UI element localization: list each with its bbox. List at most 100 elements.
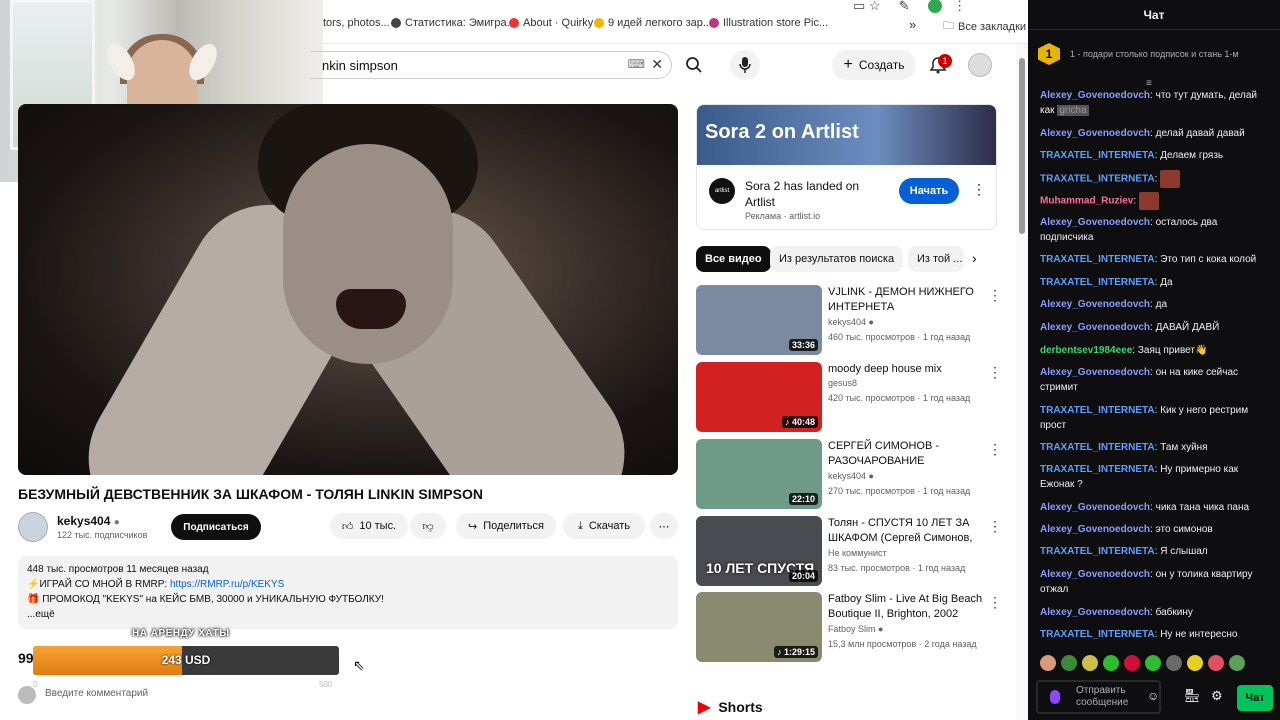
video-title[interactable]: СЕРГЕЙ СИМОНОВ - РАЗОЧАРОВАНИЕ НИЖНЕГО..…	[828, 439, 983, 469]
chat-username[interactable]: TRAXATEL_INTERNETA	[1040, 442, 1155, 453]
channel-name[interactable]: kekys404 ●	[57, 514, 120, 528]
channel-avatar[interactable]	[18, 512, 48, 542]
bookmark-item[interactable]: Статистика: Эмигра...	[391, 17, 516, 29]
channel-name[interactable]: gesus8	[828, 378, 857, 388]
store-icon[interactable]: 🏪︎	[1184, 688, 1201, 704]
chat-username[interactable]: TRAXATEL_INTERNETA	[1040, 174, 1155, 185]
kebab-icon[interactable]: ⋮	[988, 518, 1002, 535]
chat-username[interactable]: derbentsev1984eee	[1040, 345, 1132, 356]
subscribe-button[interactable]: Подписаться	[171, 514, 261, 540]
ad-cta-button[interactable]: Начать	[899, 178, 959, 204]
account-avatar[interactable]	[968, 53, 992, 77]
download-button[interactable]: ⤓ Скачать	[563, 513, 645, 539]
search-button[interactable]	[676, 51, 712, 79]
share-button[interactable]: ↪ Поделиться	[456, 513, 556, 539]
video-thumbnail[interactable]: 33:36	[696, 285, 822, 355]
chat-username[interactable]: Alexey_Govenoedovch	[1040, 217, 1150, 228]
emote-icon[interactable]	[1040, 655, 1056, 671]
emote-icon[interactable]	[1187, 655, 1203, 671]
gift-leaderboard[interactable]: 11 - подари столько подписок и стань 1-м	[1038, 38, 1270, 70]
chat-username[interactable]: Alexey_Govenoedovch	[1040, 502, 1150, 513]
chat-username[interactable]: Alexey_Govenoedovch	[1040, 524, 1150, 535]
emote-icon[interactable]	[1103, 655, 1119, 671]
chat-username[interactable]: TRAXATEL_INTERNETA	[1040, 629, 1155, 640]
chat-username[interactable]: Muhammad_Ruziev	[1040, 196, 1133, 207]
chat-username[interactable]: Alexey_Govenoedovch	[1040, 128, 1150, 139]
search-input[interactable]: nkin simpson ⌨ ✕	[310, 51, 672, 79]
emote-icon[interactable]	[1124, 655, 1140, 671]
page-scrollbar[interactable]	[1016, 44, 1028, 720]
bookmark-item[interactable]: About · Quirky	[509, 17, 593, 29]
chat-username[interactable]: Alexey_Govenoedovch	[1040, 90, 1150, 101]
comment-input[interactable]: Введите комментарий	[45, 688, 148, 699]
emote-icon[interactable]	[1082, 655, 1098, 671]
channel-name[interactable]: kekys404 ●	[828, 471, 874, 481]
chevron-right-icon[interactable]: ›	[972, 250, 977, 266]
chat-username[interactable]: TRAXATEL_INTERNETA	[1040, 405, 1155, 416]
video-title[interactable]: VJLINK - ДЕМОН НИЖНЕГО ИНТЕРНЕТА	[828, 285, 983, 315]
rmrp-link[interactable]: https://RMRP.ru/p/KEKYS	[170, 579, 284, 590]
recommended-video[interactable]: 22:10 СЕРГЕЙ СИМОНОВ - РАЗОЧАРОВАНИЕ НИЖН…	[696, 439, 1002, 509]
kebab-icon[interactable]: ⋮	[972, 181, 986, 198]
ad-banner[interactable]: Sora 2 on Artlist	[697, 105, 996, 165]
channel-name[interactable]: Не коммунист	[828, 548, 887, 558]
kebab-icon[interactable]: ⋮	[988, 287, 1002, 304]
video-thumbnail[interactable]: ♪ 1:29:15	[696, 592, 822, 662]
show-more-link[interactable]: ...ещё	[27, 607, 669, 622]
chip-same-channel[interactable]: Из той ...	[908, 246, 964, 272]
recommended-video[interactable]: 10 ЛЕТ СПУСТЯ 20:04 Толян - СПУСТЯ 10 ЛЕТ …	[696, 516, 1002, 586]
recommended-video[interactable]: ♪ 40:48 moody deep house mix gesus8 420 тыс…	[696, 362, 1002, 432]
channel-name[interactable]: Fatboy Slim ●	[828, 624, 883, 634]
notifications-button[interactable]: 1	[926, 50, 952, 80]
chat-username[interactable]: Alexey_Govenoedovch	[1040, 299, 1150, 310]
video-title[interactable]: Fatboy Slim - Live At Big Beach Boutique…	[828, 592, 983, 622]
video-thumbnail[interactable]: 22:10	[696, 439, 822, 509]
all-bookmarks[interactable]: 🗀 Все закладки	[943, 17, 1026, 36]
chip-from-search[interactable]: Из результатов поиска	[770, 246, 904, 272]
chat-username[interactable]: TRAXATEL_INTERNETA	[1040, 277, 1155, 288]
kebab-icon[interactable]: ⋮	[988, 594, 1002, 611]
chat-username[interactable]: TRAXATEL_INTERNETA	[1040, 254, 1155, 265]
ad-title[interactable]: Sora 2 has landed on Artlist	[745, 178, 875, 210]
chat-username[interactable]: TRAXATEL_INTERNETA	[1040, 546, 1155, 557]
bookmark-item[interactable]: 9 идей легкого зар...	[594, 17, 712, 29]
keyboard-icon[interactable]: ⌨	[628, 57, 645, 71]
ad-card[interactable]: Sora 2 on Artlist artlist Sora 2 has lan…	[696, 104, 997, 230]
chat-username[interactable]: TRAXATEL_INTERNETA	[1040, 464, 1155, 475]
video-title[interactable]: moody deep house mix	[828, 362, 983, 377]
emote-icon[interactable]	[1145, 655, 1161, 671]
chip-all-videos[interactable]: Все видео	[696, 246, 771, 272]
video-description[interactable]: 448 тыс. просмотров 11 месяцев назад ⚡ИГ…	[18, 556, 678, 629]
video-player[interactable]	[18, 104, 678, 475]
emote-icon[interactable]	[1061, 655, 1077, 671]
voice-search-button[interactable]	[730, 50, 760, 80]
channel-name[interactable]: kekys404 ●	[828, 317, 874, 327]
chat-username[interactable]: Alexey_Govenoedovch	[1040, 322, 1150, 333]
recommended-video[interactable]: ♪ 1:29:15 Fatboy Slim - Live At Big Beach…	[696, 592, 1002, 662]
emote-picker-icon[interactable]: ☺	[1147, 689, 1159, 703]
mic-icon[interactable]	[1050, 690, 1060, 704]
chat-input[interactable]: Отправить сообщение	[1036, 680, 1161, 714]
create-button[interactable]: + Создать	[832, 50, 916, 80]
video-thumbnail[interactable]: ♪ 40:48	[696, 362, 822, 432]
clear-icon[interactable]: ✕	[651, 56, 663, 73]
chat-username[interactable]: TRAXATEL_INTERNETA	[1040, 150, 1155, 161]
emote-icon[interactable]	[1208, 655, 1224, 671]
chat-username[interactable]: Alexey_Govenoedovch	[1040, 607, 1150, 618]
like-button[interactable]: 👍︎ 10 тыс.	[330, 513, 408, 539]
chat-username[interactable]: Alexey_Govenoedovch	[1040, 569, 1150, 580]
bookmarks-more-chevron[interactable]: »	[909, 17, 916, 32]
emote-icon[interactable]	[1229, 655, 1245, 671]
video-title[interactable]: Толян - СПУСТЯ 10 ЛЕТ ЗА ШКАФОМ (Сергей …	[828, 516, 983, 546]
bookmark-item[interactable]: Illustration store Pic...	[709, 17, 828, 29]
more-actions-button[interactable]: ⋯	[650, 513, 678, 539]
gear-icon[interactable]: ⚙	[1211, 688, 1223, 704]
video-thumbnail[interactable]: 10 ЛЕТ СПУСТЯ 20:04	[696, 516, 822, 586]
recommended-video[interactable]: 33:36 VJLINK - ДЕМОН НИЖНЕГО ИНТЕРНЕТА kek…	[696, 285, 1002, 355]
dislike-button[interactable]: 👎︎	[410, 513, 446, 539]
bookmark-item[interactable]: tors, photos...	[323, 17, 390, 29]
emote-icon[interactable]	[1166, 655, 1182, 671]
chat-username[interactable]: Alexey_Govenoedovch	[1040, 367, 1150, 378]
kebab-icon[interactable]: ⋮	[988, 441, 1002, 458]
chat-send-button[interactable]: Чат	[1237, 685, 1273, 711]
